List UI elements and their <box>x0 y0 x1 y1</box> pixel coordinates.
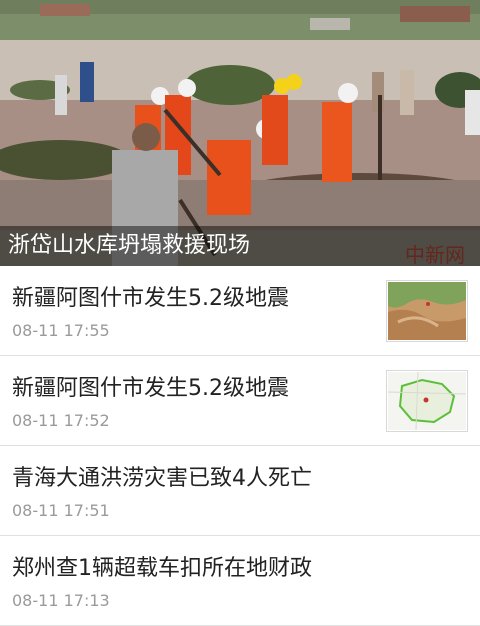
news-title: 郑州查1辆超载车扣所在地财政 <box>12 556 312 581</box>
news-item[interactable]: 新疆阿图什市发生5.2级地震 08-11 17:55 <box>0 266 480 356</box>
news-time: 08-11 17:13 <box>12 591 110 610</box>
news-time: 08-11 17:55 <box>12 321 110 340</box>
news-title: 新疆阿图什市发生5.2级地震 <box>12 286 289 311</box>
terrain-thumbnail <box>386 280 468 342</box>
map-thumbnail <box>386 370 468 432</box>
news-time: 08-11 17:51 <box>12 501 110 520</box>
headline-caption: 浙岱山水库坍塌救援现场 <box>0 226 480 266</box>
news-item[interactable]: 郑州查1辆超载车扣所在地财政 08-11 17:13 <box>0 536 480 626</box>
news-title: 青海大通洪涝灾害已致4人死亡 <box>12 466 312 491</box>
news-item[interactable]: 新疆阿图什市发生5.2级地震 08-11 17:52 <box>0 356 480 446</box>
news-title: 新疆阿图什市发生5.2级地震 <box>12 376 289 401</box>
headline-banner[interactable]: 中新网 浙岱山水库坍塌救援现场 <box>0 0 480 266</box>
news-item[interactable]: 青海大通洪涝灾害已致4人死亡 08-11 17:51 <box>0 446 480 536</box>
news-list: 新疆阿图什市发生5.2级地震 08-11 17:55 新疆阿图什市发生5.2级地… <box>0 266 480 626</box>
news-time: 08-11 17:52 <box>12 411 110 430</box>
